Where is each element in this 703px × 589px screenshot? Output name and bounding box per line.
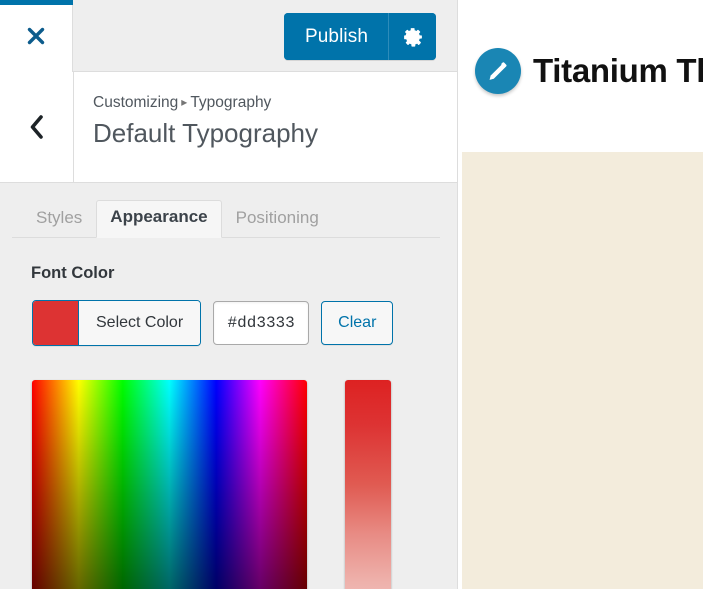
site-header: Titanium Th (458, 0, 703, 152)
tab-styles[interactable]: Styles (22, 201, 96, 238)
select-color-button[interactable]: Select Color (32, 300, 202, 346)
breadcrumb: Customizing ▸ Typography (93, 94, 318, 113)
breadcrumb-separator-icon: ▸ (181, 95, 188, 109)
control-tabs: Styles Appearance Positioning (0, 198, 458, 238)
site-title: Titanium Th (533, 52, 703, 89)
clear-color-button[interactable]: Clear (321, 301, 394, 345)
section-header: Customizing ▸ Typography Default Typograph… (0, 72, 458, 183)
page-title: Default Typography (93, 117, 318, 148)
customizer-screen: Publish Customizing ▸ Typography Default… (0, 0, 703, 589)
site-content-area (462, 152, 703, 589)
publish-button[interactable]: Publish (283, 13, 388, 60)
close-customizer-button[interactable] (0, 0, 73, 72)
customizer-sidebar: Publish Customizing ▸ Typography Default… (0, 0, 458, 589)
tab-appearance[interactable]: Appearance (96, 200, 222, 238)
breadcrumb-current: Typography (190, 94, 272, 111)
site-branding[interactable]: Titanium Th (475, 48, 703, 94)
alpha-slider[interactable] (345, 380, 391, 589)
color-picker-row: Select Color Clear (32, 300, 394, 346)
breadcrumb-root: Customizing (93, 94, 179, 111)
font-color-label: Font Color (31, 264, 115, 282)
gear-icon (403, 27, 423, 47)
saturation-value-picker[interactable] (32, 380, 307, 589)
site-preview: Titanium Th (458, 0, 703, 589)
publish-settings-button[interactable] (388, 13, 436, 60)
tab-positioning[interactable]: Positioning (222, 201, 333, 238)
close-icon (25, 25, 47, 47)
hex-value-input[interactable] (213, 301, 310, 345)
value-gradient-overlay (32, 380, 307, 589)
publish-button-group: Publish (283, 13, 436, 60)
color-swatch (33, 301, 78, 345)
select-color-label: Select Color (78, 301, 201, 345)
customizer-header: Publish (0, 0, 458, 72)
panel-divider (457, 0, 458, 589)
control-panel: Font Color Select Color Clear (0, 238, 458, 589)
accent-bar (0, 0, 73, 5)
back-button[interactable] (0, 72, 74, 182)
pencil-edit-icon (475, 48, 521, 94)
section-header-text: Customizing ▸ Typography Default Typograph… (93, 94, 318, 150)
chevron-left-icon (27, 114, 47, 140)
